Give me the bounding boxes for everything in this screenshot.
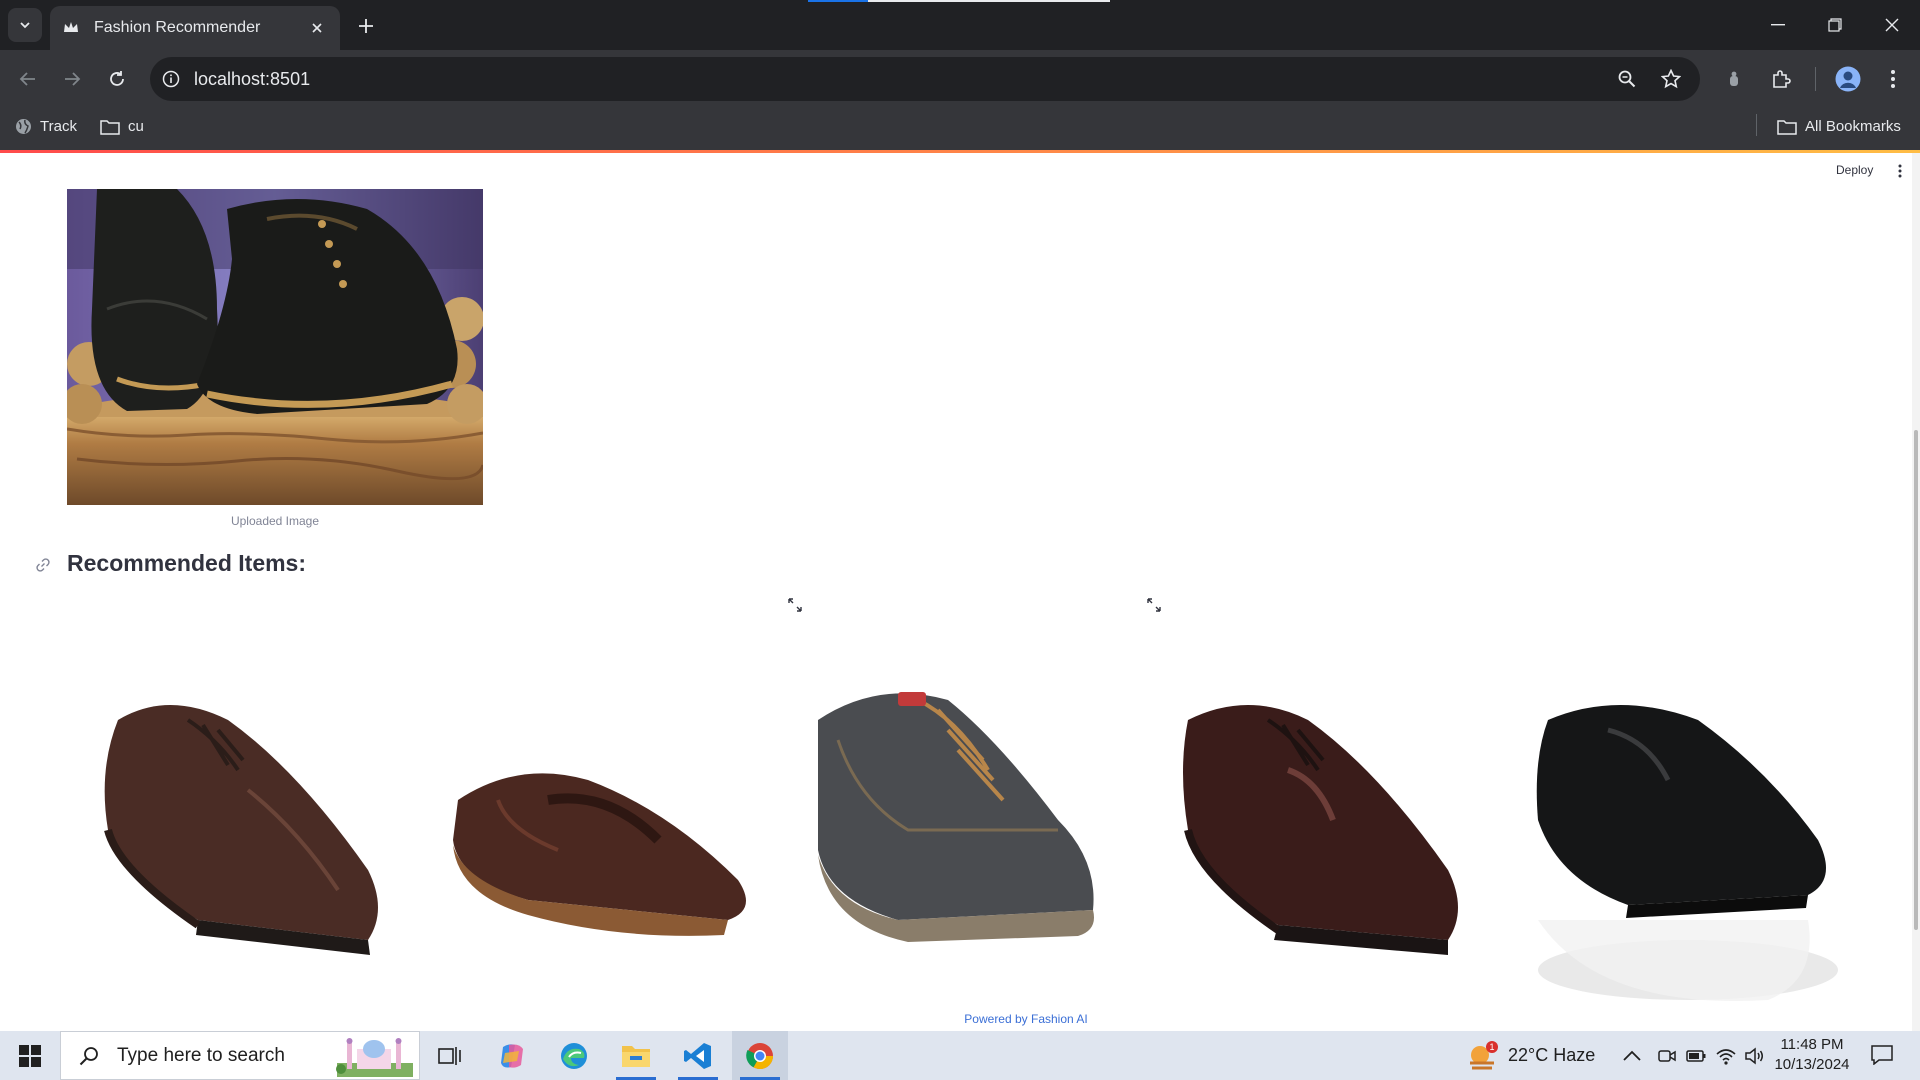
task-view-button[interactable]: [422, 1031, 478, 1080]
address-bar[interactable]: localhost:8501: [150, 57, 1700, 101]
recommendation-item-1: [78, 680, 408, 1010]
browser-tab-active[interactable]: Fashion Recommender: [50, 6, 340, 50]
recommendation-item-3: [798, 680, 1128, 1010]
new-tab-button[interactable]: [352, 12, 380, 40]
weather-haze-icon: 1: [1470, 1040, 1498, 1069]
recommendation-item-4: [1158, 680, 1488, 1010]
tab-search-button[interactable]: [8, 8, 42, 42]
tab-title: Fashion Recommender: [94, 19, 261, 36]
volume-icon[interactable]: [1744, 1046, 1764, 1065]
globe-icon: [16, 119, 31, 134]
streamlit-decoration-bar: [0, 150, 1920, 153]
bookmark-label: cu: [128, 118, 144, 135]
close-tab-icon[interactable]: [306, 17, 328, 39]
close-window-button[interactable]: [1863, 0, 1920, 50]
page-load-progress: [808, 0, 1110, 2]
folder-icon: [622, 1045, 650, 1067]
reload-icon: [110, 71, 124, 86]
plus-icon: [359, 19, 373, 33]
taskbar-search-box[interactable]: Type here to search: [60, 1031, 420, 1080]
url-text[interactable]: localhost:8501: [194, 69, 1612, 90]
dark-brown-derby-shoe-icon: [1183, 705, 1458, 955]
chrome-button[interactable]: [732, 1031, 788, 1080]
forward-button[interactable]: [57, 64, 87, 94]
copilot-icon: [501, 1043, 523, 1068]
file-explorer-button[interactable]: [608, 1031, 664, 1080]
grey-casual-boot-icon: [818, 692, 1094, 942]
back-button[interactable]: [13, 64, 43, 94]
bookmark-track[interactable]: Track: [15, 118, 77, 135]
meet-now-icon[interactable]: [1658, 1047, 1676, 1065]
search-placeholder: Type here to search: [117, 1044, 285, 1066]
black-shoes-photo-icon: [67, 189, 483, 505]
copilot-button[interactable]: [484, 1031, 540, 1080]
arrow-left-icon: [19, 72, 35, 86]
footer-powered-by[interactable]: Powered by Fashion AI: [0, 1012, 1920, 1026]
search-highlight-mosque-icon: [336, 1037, 413, 1077]
brown-derby-shoe-icon: [104, 705, 379, 955]
weather-widget[interactable]: 1 22°C Haze: [1466, 1031, 1595, 1080]
clock-time: 11:48 PM: [1780, 1036, 1844, 1053]
battery-icon[interactable]: [1686, 1049, 1706, 1063]
uploaded-image-caption: Uploaded Image: [230, 514, 320, 528]
recommendation-item-2: [438, 680, 768, 1010]
reload-button[interactable]: [102, 64, 132, 94]
black-slip-on-shoe-icon: [1536, 705, 1838, 1001]
vscode-icon: [684, 1042, 711, 1069]
edge-browser-button[interactable]: [546, 1031, 602, 1080]
profile-avatar[interactable]: [1833, 64, 1863, 94]
wifi-icon[interactable]: [1716, 1047, 1736, 1065]
extensions-icon[interactable]: [1766, 64, 1796, 94]
all-bookmarks-button[interactable]: All Bookmarks: [1777, 118, 1901, 135]
bookmark-folder-cu[interactable]: cu: [100, 118, 144, 135]
system-tray: [1622, 1031, 1764, 1080]
deploy-button[interactable]: Deploy: [1836, 163, 1873, 177]
notification-icon: [1871, 1045, 1893, 1065]
recommended-items-heading: Recommended Items:: [67, 550, 307, 576]
crown-favicon-icon: [62, 19, 80, 37]
recommendation-item-5: [1518, 680, 1848, 1010]
bookmarks-bar: Track cu All Bookmarks: [0, 108, 1920, 150]
vscode-button[interactable]: [670, 1031, 726, 1080]
windows-logo-icon: [19, 1044, 41, 1067]
task-view-icon: [438, 1046, 461, 1065]
fullscreen-expand-icon[interactable]: [786, 596, 804, 614]
scrollbar-thumb[interactable]: [1914, 430, 1918, 930]
folder-icon: [1777, 119, 1797, 135]
browser-menu-icon[interactable]: [1878, 64, 1908, 94]
chevron-down-icon: [20, 22, 30, 29]
site-info-icon[interactable]: [160, 68, 182, 90]
minimize-window-button[interactable]: [1749, 0, 1806, 50]
app-menu-icon[interactable]: [1893, 162, 1907, 180]
taskbar-clock[interactable]: 11:48 PM 10/13/2024: [1766, 1035, 1858, 1075]
browser-tabstrip: Fashion Recommender: [0, 0, 1920, 50]
toolbar-divider: [1815, 67, 1816, 91]
bookmark-label: Track: [40, 118, 77, 135]
folder-icon: [100, 119, 120, 135]
edge-icon: [561, 1042, 587, 1069]
clock-date: 10/13/2024: [1774, 1056, 1850, 1073]
windows-taskbar: Type here to search 1 22°C Haze 11:48 PM…: [0, 1031, 1920, 1080]
anchor-link-icon[interactable]: [34, 556, 52, 574]
restore-window-button[interactable]: [1806, 0, 1863, 50]
bookmark-star-icon[interactable]: [1656, 64, 1686, 94]
svg-text:1: 1: [1489, 1042, 1494, 1052]
fullscreen-expand-icon[interactable]: [1145, 596, 1163, 614]
weather-text: 22°C Haze: [1508, 1045, 1596, 1065]
brown-loafer-shoe-icon: [453, 773, 746, 936]
notification-center-button[interactable]: [1868, 1041, 1896, 1069]
arrow-right-icon: [65, 72, 81, 86]
uploaded-image: [67, 189, 483, 505]
browser-toolbar: localhost:8501: [0, 50, 1920, 108]
chevron-up-icon[interactable]: [1622, 1049, 1642, 1063]
start-button[interactable]: [10, 1031, 50, 1080]
zoom-icon[interactable]: [1612, 64, 1642, 94]
extension-puzzle-piece-icon[interactable]: [1719, 64, 1749, 94]
all-bookmarks-label: All Bookmarks: [1805, 118, 1901, 135]
bookmarks-divider: [1756, 114, 1757, 136]
chrome-icon: [746, 1042, 774, 1069]
search-icon: [77, 1044, 101, 1068]
